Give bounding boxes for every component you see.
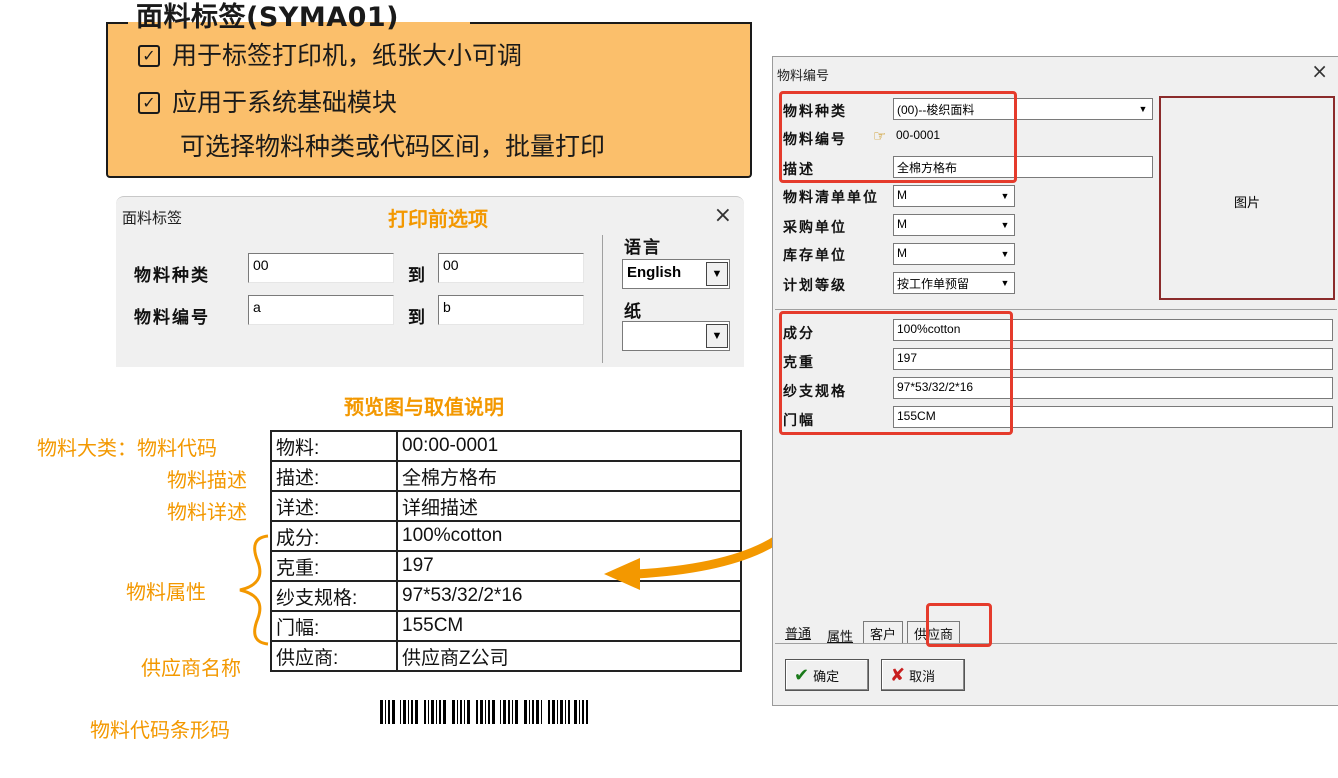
chevron-down-icon[interactable]: ▼ bbox=[998, 217, 1012, 233]
paper-label: 纸 bbox=[624, 302, 643, 322]
highlight-box bbox=[779, 311, 1013, 435]
bom-unit-select[interactable]: M ▼ bbox=[893, 185, 1015, 207]
feature-item: ✓ 用于标签打印机，纸张大小可调 bbox=[138, 40, 522, 72]
paper-select[interactable]: ▼ bbox=[622, 321, 730, 351]
dialog-title: 面料标签 bbox=[122, 209, 183, 227]
field-label: 物料清单单位 bbox=[783, 190, 879, 206]
field-label: 库存单位 bbox=[783, 248, 847, 264]
dialog-body: 物料种类 00 到 00 物料编号 a 到 b 语言 English ▼ 纸 ▼ bbox=[116, 235, 744, 367]
table-row: 物料: 00:00-0001 bbox=[270, 430, 742, 462]
checkbox-icon: ✓ bbox=[138, 92, 160, 114]
callout-border bbox=[106, 22, 128, 24]
close-icon: ✘ bbox=[890, 664, 906, 686]
side-label-supplier: 供应商名称 bbox=[141, 656, 241, 680]
chevron-down-icon[interactable]: ▼ bbox=[706, 262, 728, 286]
chevron-down-icon[interactable]: ▼ bbox=[998, 246, 1012, 262]
category-to-input[interactable]: 00 bbox=[438, 253, 584, 283]
language-label: 语言 bbox=[624, 238, 662, 258]
feature-text: 可选择物料种类或代码区间，批量打印 bbox=[180, 132, 606, 161]
cancel-button[interactable]: ✘ 取消 bbox=[881, 659, 965, 691]
picture-label: 图片 bbox=[1233, 196, 1260, 211]
side-label-description: 物料描述 bbox=[167, 468, 247, 492]
preview-heading: 预览图与取值说明 bbox=[344, 395, 504, 419]
chevron-down-icon[interactable]: ▼ bbox=[706, 324, 728, 348]
plan-level-select[interactable]: 按工作单预留 ▼ bbox=[893, 272, 1015, 294]
barcode-icon bbox=[380, 700, 588, 724]
close-icon[interactable]: × bbox=[1311, 59, 1328, 83]
checkbox-icon: ✓ bbox=[138, 45, 160, 67]
side-label-detail: 物料详述 bbox=[167, 500, 247, 524]
chevron-down-icon[interactable]: ▼ bbox=[998, 188, 1012, 204]
table-row: 描述: 全棉方格布 bbox=[270, 460, 742, 492]
purchase-unit-select[interactable]: M ▼ bbox=[893, 214, 1015, 236]
to-label: 到 bbox=[408, 308, 427, 328]
tab-general[interactable]: 普通 bbox=[779, 621, 817, 643]
close-icon[interactable]: × bbox=[714, 203, 732, 228]
field-label: 计划等级 bbox=[783, 278, 847, 294]
ok-button[interactable]: ✔ 确定 bbox=[785, 659, 869, 691]
code-to-input[interactable]: b bbox=[438, 295, 584, 325]
highlight-box bbox=[779, 91, 1017, 183]
callout-title: 面料标签(SYMA01) bbox=[136, 2, 400, 33]
side-label-barcode: 物料代码条形码 bbox=[90, 718, 230, 742]
tab-attributes[interactable]: 属性 bbox=[821, 624, 859, 645]
category-label: 物料种类 bbox=[134, 266, 210, 286]
language-value: English bbox=[627, 264, 682, 281]
dialog-title: 物料编号 bbox=[777, 69, 830, 84]
highlight-box bbox=[926, 603, 992, 647]
divider bbox=[775, 309, 1337, 310]
table-row: 供应商: 供应商Z公司 bbox=[270, 640, 742, 672]
chevron-down-icon[interactable]: ▼ bbox=[1136, 101, 1150, 117]
feature-text: 应用于系统基础模块 bbox=[172, 88, 398, 117]
print-options-dialog: 面料标签 打印前选项 × 物料种类 00 到 00 物料编号 a 到 b 语言 … bbox=[116, 196, 744, 367]
table-row: 门幅: 155CM bbox=[270, 610, 742, 642]
feature-item: 可选择物料种类或代码区间，批量打印 bbox=[180, 131, 605, 163]
material-editor-dialog: 物料编号 × 物料种类 (00)--梭织面料 ▼ 物料编号 ☞ 00-0001 … bbox=[772, 56, 1338, 706]
divider bbox=[602, 235, 603, 363]
side-label-category-code: 物料大类：物料代码 bbox=[37, 436, 217, 460]
feature-item: ✓ 应用于系统基础模块 bbox=[138, 87, 397, 119]
check-icon: ✔ bbox=[794, 664, 810, 686]
tab-customer[interactable]: 客户 bbox=[863, 621, 904, 643]
category-from-input[interactable]: 00 bbox=[248, 253, 394, 283]
divider bbox=[775, 643, 1337, 644]
code-from-input[interactable]: a bbox=[248, 295, 394, 325]
code-label: 物料编号 bbox=[134, 308, 210, 328]
feature-text: 用于标签打印机，纸张大小可调 bbox=[172, 41, 523, 70]
callout-border bbox=[470, 22, 752, 24]
dialog-heading: 打印前选项 bbox=[388, 207, 488, 231]
chevron-down-icon[interactable]: ▼ bbox=[998, 275, 1012, 291]
language-select[interactable]: English ▼ bbox=[622, 259, 730, 289]
stock-unit-select[interactable]: M ▼ bbox=[893, 243, 1015, 265]
picture-panel[interactable]: 图片 bbox=[1159, 96, 1335, 300]
field-label: 采购单位 bbox=[783, 220, 847, 236]
brace-icon bbox=[239, 534, 269, 646]
side-label-attributes: 物料属性 bbox=[126, 580, 206, 604]
to-label: 到 bbox=[408, 266, 427, 286]
